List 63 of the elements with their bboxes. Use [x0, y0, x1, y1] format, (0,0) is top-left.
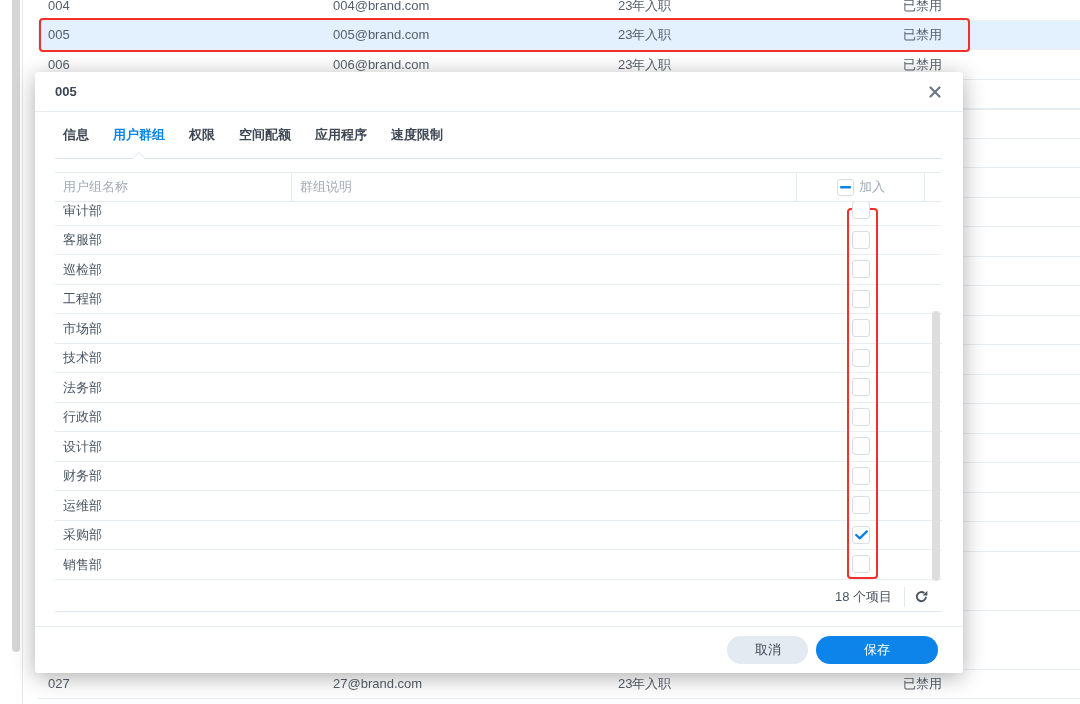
- table-cell: 设计部: [63, 438, 102, 454]
- tab[interactable]: 信息: [55, 112, 97, 158]
- table-cell: 审计部: [63, 202, 102, 218]
- table-cell-text: 27@brand.com: [332, 675, 424, 693]
- checkbox[interactable]: [852, 260, 870, 279]
- cancel-button[interactable]: 取消: [727, 636, 808, 664]
- table-cell: 财务部: [63, 468, 102, 483]
- select-all-checkbox[interactable]: [836, 178, 854, 196]
- checkbox[interactable]: [852, 555, 870, 574]
- tab[interactable]: 速度限制: [383, 112, 451, 158]
- table-cell: 巡检部: [63, 261, 102, 277]
- checkbox[interactable]: [852, 319, 870, 338]
- checkbox[interactable]: [852, 378, 870, 397]
- table-cell-text: 已禁用: [902, 26, 943, 44]
- refresh-icon: [915, 590, 928, 603]
- table-cell-text: 已禁用: [902, 675, 943, 693]
- table-cell-text: 004@brand.com: [332, 0, 431, 15]
- selected-row[interactable]: 005 005@brand.com 23年入职 已禁用: [38, 20, 1080, 50]
- table-cell: 运维部: [63, 497, 102, 513]
- table-cell: 行政部: [63, 409, 102, 424]
- table-cell-text: 23年入职: [617, 675, 673, 693]
- checkbox[interactable]: [852, 202, 870, 220]
- table-cell-text: 已禁用: [902, 55, 943, 74]
- table-cell: 销售部: [63, 556, 102, 572]
- minus-icon: [839, 185, 851, 189]
- dialog-title: 005: [55, 82, 77, 101]
- checkbox[interactable]: [852, 289, 870, 308]
- table-cell: 市场部: [63, 320, 102, 336]
- check-icon: [854, 529, 868, 540]
- column-header: 群组说明: [300, 178, 352, 197]
- checkbox[interactable]: [852, 466, 870, 485]
- table-cell-text: 23年入职: [617, 55, 673, 74]
- close-button[interactable]: [929, 85, 941, 98]
- table-cell-text: 005: [47, 26, 71, 44]
- scrollbar[interactable]: [932, 311, 940, 581]
- tab[interactable]: 应用程序: [307, 112, 375, 158]
- table-cell-text: 027: [47, 675, 71, 693]
- checkbox[interactable]: [852, 230, 870, 249]
- checkbox[interactable]: [852, 525, 870, 544]
- column-header: 用户组名称: [63, 178, 128, 197]
- tab[interactable]: 用户群组: [105, 112, 173, 158]
- save-button[interactable]: 保存: [816, 636, 938, 664]
- scrollbar[interactable]: [12, 0, 20, 652]
- table-cell-text: 004: [47, 0, 71, 15]
- checkbox[interactable]: [852, 496, 870, 515]
- table-cell: 技术部: [63, 350, 102, 365]
- tab[interactable]: 权限: [181, 112, 223, 158]
- tab[interactable]: 空间配额: [231, 112, 299, 158]
- checkbox[interactable]: [852, 348, 870, 367]
- table-cell: 采购部: [63, 527, 102, 542]
- table-cell-text: 006@brand.com: [332, 55, 431, 74]
- checkbox[interactable]: [852, 407, 870, 426]
- table-cell-text: 23年入职: [617, 26, 673, 44]
- table-cell-text: 005@brand.com: [332, 26, 431, 44]
- checkbox[interactable]: [852, 437, 870, 456]
- table-cell: 工程部: [63, 291, 102, 306]
- close-icon: [929, 85, 941, 98]
- table-cell-text: 006: [47, 55, 71, 74]
- item-count: 18 个项目: [834, 587, 892, 606]
- column-header: 加入: [858, 178, 885, 197]
- refresh-button[interactable]: [915, 590, 928, 603]
- table-cell: 法务部: [63, 379, 102, 395]
- table-cell: 客服部: [63, 232, 102, 247]
